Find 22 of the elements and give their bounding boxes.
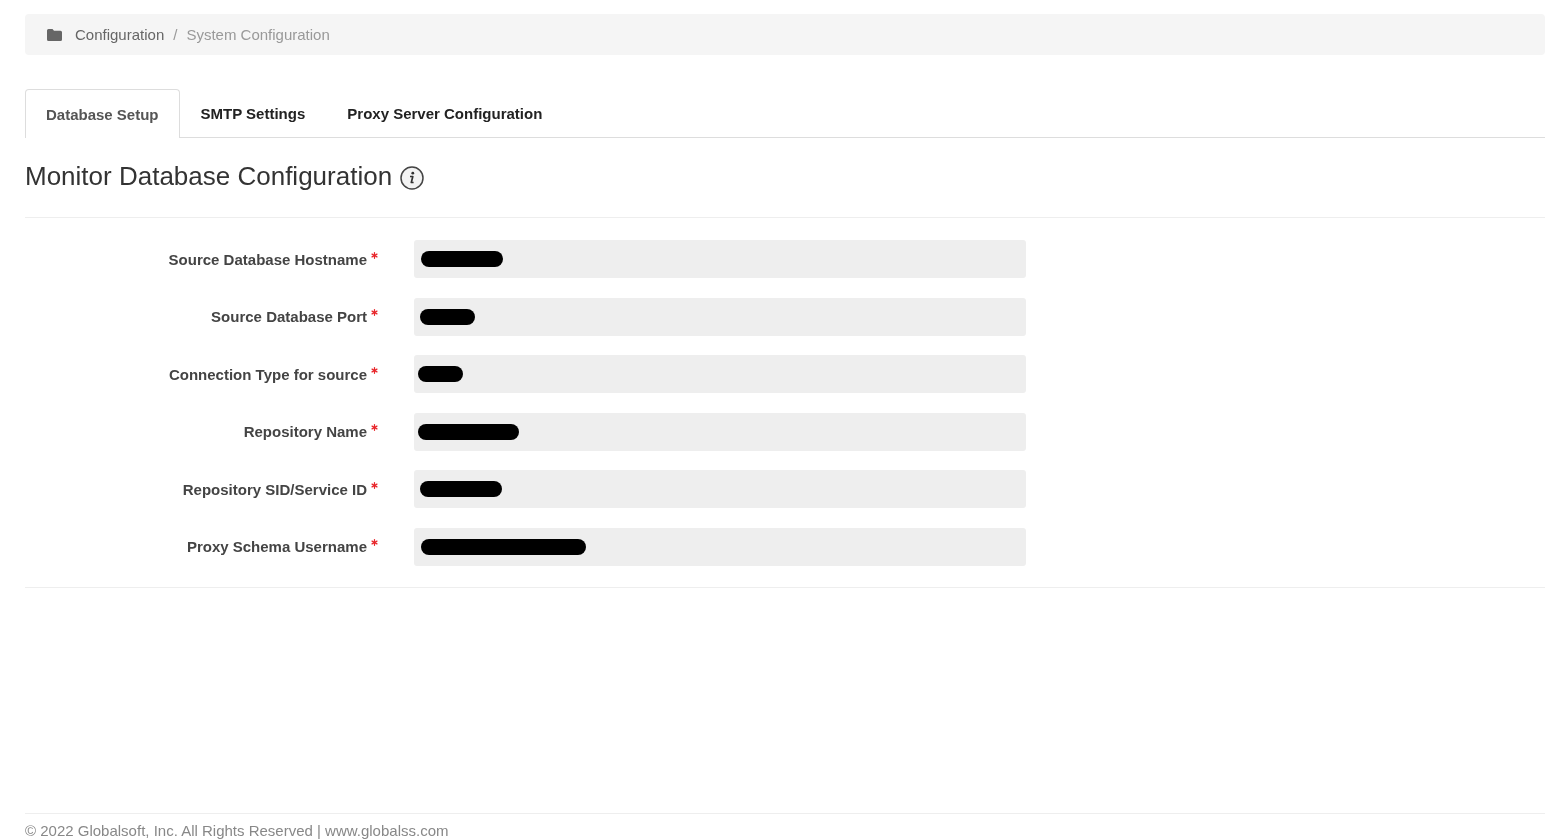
breadcrumb-separator: / (172, 26, 179, 43)
input-field[interactable] (414, 527, 1026, 566)
input-field[interactable] (414, 240, 1026, 278)
field-label: Source Database Port (211, 308, 367, 325)
field-label: Repository SID/Service ID (182, 480, 367, 498)
info-icon[interactable] (400, 165, 425, 190)
field-label: Connection Type for source (168, 365, 367, 383)
field-label: Source Database Hostname (168, 250, 367, 268)
breadcrumb-link[interactable]: Configuration (75, 26, 165, 43)
section-title: Monitor Database Configuration (25, 161, 393, 191)
input-field[interactable] (414, 412, 1026, 451)
input-field[interactable] (414, 297, 1026, 336)
input-field[interactable] (414, 470, 1026, 508)
tab[interactable]: Database Setup (25, 89, 180, 138)
breadcrumb-current: System Configuration (186, 26, 330, 43)
field-label: Proxy Schema Username (186, 538, 367, 555)
footer-text: © 2022 Globalsoft, Inc. All Rights Reserved | www.globalss.com (25, 822, 449, 840)
tab[interactable]: Proxy Server Configuration (326, 89, 564, 137)
field-label: Repository Name (243, 423, 367, 440)
tab[interactable]: SMTP Settings (179, 89, 327, 137)
folder-icon (47, 28, 62, 41)
input-field[interactable] (414, 355, 1026, 393)
